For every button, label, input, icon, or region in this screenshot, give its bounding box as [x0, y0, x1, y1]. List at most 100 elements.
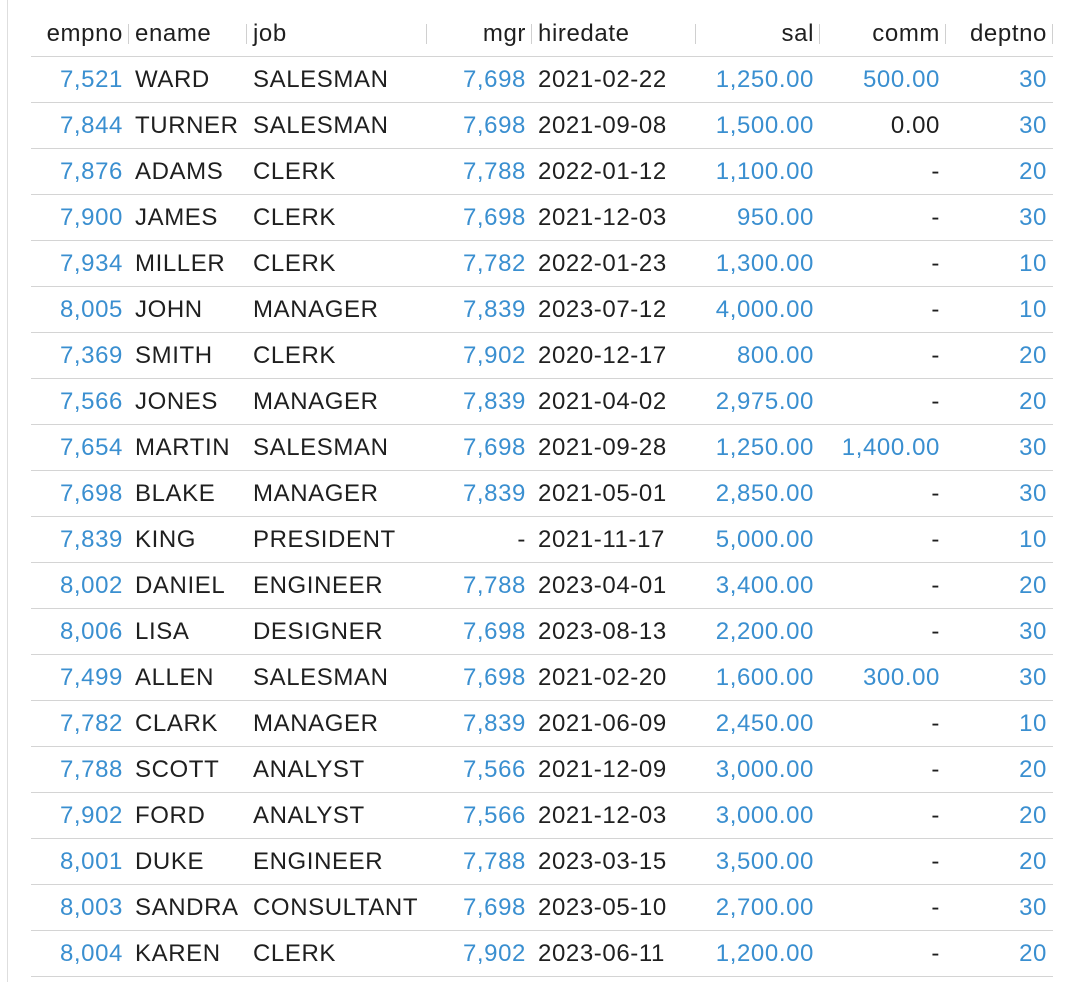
cell-deptno[interactable]: 30 — [946, 470, 1053, 517]
column-header-empno[interactable]: empno — [31, 12, 129, 57]
cell-empno[interactable]: 7,782 — [31, 700, 129, 747]
cell-mgr[interactable]: 7,839 — [427, 286, 532, 333]
cell-ename[interactable]: LISA — [129, 608, 247, 655]
cell-job[interactable]: ANALYST — [247, 792, 427, 839]
cell-comm[interactable]: 1,400.00 — [820, 424, 946, 471]
cell-ename[interactable]: JONES — [129, 378, 247, 425]
cell-comm[interactable]: - — [820, 838, 946, 885]
cell-deptno[interactable]: 10 — [946, 700, 1053, 747]
cell-ename[interactable]: JAMES — [129, 194, 247, 241]
cell-sal[interactable]: 2,700.00 — [696, 884, 820, 931]
cell-hiredate[interactable]: 2022-01-12 — [532, 148, 696, 195]
cell-ename[interactable]: KAREN — [129, 930, 247, 977]
cell-sal[interactable]: 950.00 — [696, 194, 820, 241]
cell-deptno[interactable]: 10 — [946, 240, 1053, 287]
cell-mgr[interactable]: 7,788 — [427, 838, 532, 885]
column-header-sal[interactable]: sal — [696, 12, 820, 57]
cell-empno[interactable]: 7,844 — [31, 102, 129, 149]
cell-job[interactable]: ENGINEER — [247, 838, 427, 885]
cell-sal[interactable]: 3,000.00 — [696, 792, 820, 839]
table-row[interactable]: 7,876 ADAMS CLERK 7,788 2022-01-12 1,100.00-2… — [31, 148, 1053, 195]
table-row[interactable]: 8,001 DUKE ENGINEER 7,788 2023-03-15 3,500.00… — [31, 838, 1053, 885]
cell-comm[interactable]: - — [820, 930, 946, 977]
cell-mgr[interactable]: 7,839 — [427, 700, 532, 747]
cell-mgr[interactable]: 7,788 — [427, 148, 532, 195]
cell-empno[interactable]: 7,521 — [31, 56, 129, 103]
cell-deptno[interactable]: 30 — [946, 884, 1053, 931]
column-header-deptno[interactable]: deptno — [946, 12, 1053, 57]
cell-deptno[interactable]: 30 — [946, 608, 1053, 655]
cell-hiredate[interactable]: 2021-06-09 — [532, 700, 696, 747]
cell-sal[interactable]: 2,450.00 — [696, 700, 820, 747]
cell-empno[interactable]: 7,369 — [31, 332, 129, 379]
cell-job[interactable]: MANAGER — [247, 470, 427, 517]
cell-ename[interactable]: ALLEN — [129, 654, 247, 701]
cell-deptno[interactable]: 30 — [946, 424, 1053, 471]
column-header-ename[interactable]: ename — [129, 12, 247, 57]
cell-deptno[interactable]: 20 — [946, 562, 1053, 609]
cell-mgr[interactable]: 7,782 — [427, 240, 532, 287]
cell-deptno[interactable]: 10 — [946, 286, 1053, 333]
cell-empno[interactable]: 7,654 — [31, 424, 129, 471]
cell-empno[interactable]: 7,900 — [31, 194, 129, 241]
cell-job[interactable]: ENGINEER — [247, 562, 427, 609]
cell-empno[interactable]: 7,902 — [31, 792, 129, 839]
cell-ename[interactable]: ADAMS — [129, 148, 247, 195]
table-row[interactable]: 7,788 SCOTT ANALYST 7,566 2021-12-09 3,000.00… — [31, 746, 1053, 793]
cell-job[interactable]: SALESMAN — [247, 424, 427, 471]
cell-mgr[interactable]: 7,698 — [427, 424, 532, 471]
cell-hiredate[interactable]: 2023-08-13 — [532, 608, 696, 655]
table-row[interactable]: 7,654 MARTIN SALESMAN 7,698 2021-09-28 1,250.… — [31, 424, 1053, 471]
table-row[interactable]: 7,844 TURNER SALESMAN 7,698 2021-09-08 1,500.… — [31, 102, 1053, 149]
cell-hiredate[interactable]: 2020-12-17 — [532, 332, 696, 379]
cell-sal[interactable]: 1,100.00 — [696, 148, 820, 195]
cell-comm[interactable]: - — [820, 240, 946, 287]
cell-sal[interactable]: 3,000.00 — [696, 746, 820, 793]
cell-mgr[interactable]: 7,698 — [427, 56, 532, 103]
cell-hiredate[interactable]: 2021-09-28 — [532, 424, 696, 471]
cell-job[interactable]: MANAGER — [247, 378, 427, 425]
cell-sal[interactable]: 2,200.00 — [696, 608, 820, 655]
cell-mgr[interactable]: - — [427, 516, 532, 563]
cell-comm[interactable]: - — [820, 884, 946, 931]
table-row[interactable]: 8,006 LISA DESIGNER 7,698 2023-08-13 2,200.00… — [31, 608, 1053, 655]
cell-sal[interactable]: 3,400.00 — [696, 562, 820, 609]
cell-mgr[interactable]: 7,698 — [427, 608, 532, 655]
cell-ename[interactable]: TURNER — [129, 102, 247, 149]
cell-ename[interactable]: DANIEL — [129, 562, 247, 609]
cell-empno[interactable]: 8,002 — [31, 562, 129, 609]
cell-comm[interactable]: - — [820, 332, 946, 379]
cell-job[interactable]: DESIGNER — [247, 608, 427, 655]
cell-deptno[interactable]: 20 — [946, 838, 1053, 885]
cell-ename[interactable]: MILLER — [129, 240, 247, 287]
column-header-hiredate[interactable]: hiredate — [532, 12, 696, 57]
cell-comm[interactable]: 0.00 — [820, 102, 946, 149]
cell-deptno[interactable]: 20 — [946, 746, 1053, 793]
cell-sal[interactable]: 1,500.00 — [696, 102, 820, 149]
cell-comm[interactable]: - — [820, 700, 946, 747]
cell-ename[interactable]: JOHN — [129, 286, 247, 333]
cell-mgr[interactable]: 7,839 — [427, 378, 532, 425]
cell-mgr[interactable]: 7,566 — [427, 792, 532, 839]
cell-deptno[interactable]: 10 — [946, 516, 1053, 563]
column-resize-handle[interactable] — [1052, 24, 1053, 44]
cell-comm[interactable]: 300.00 — [820, 654, 946, 701]
cell-empno[interactable]: 7,788 — [31, 746, 129, 793]
cell-sal[interactable]: 1,300.00 — [696, 240, 820, 287]
cell-comm[interactable]: - — [820, 746, 946, 793]
cell-deptno[interactable]: 30 — [946, 102, 1053, 149]
table-row[interactable]: 7,369 SMITH CLERK 7,902 2020-12-17 800.00-20 — [31, 332, 1053, 379]
cell-hiredate[interactable]: 2021-11-17 — [532, 516, 696, 563]
cell-hiredate[interactable]: 2023-03-15 — [532, 838, 696, 885]
table-row[interactable]: 7,934 MILLER CLERK 7,782 2022-01-23 1,300.00-… — [31, 240, 1053, 287]
cell-mgr[interactable]: 7,698 — [427, 654, 532, 701]
cell-hiredate[interactable]: 2023-07-12 — [532, 286, 696, 333]
cell-empno[interactable]: 7,499 — [31, 654, 129, 701]
cell-hiredate[interactable]: 2021-12-03 — [532, 792, 696, 839]
cell-comm[interactable]: - — [820, 194, 946, 241]
cell-sal[interactable]: 2,975.00 — [696, 378, 820, 425]
cell-comm[interactable]: - — [820, 608, 946, 655]
table-row[interactable]: 7,839 KING PRESIDENT -2021-11-17 5,000.00-10 — [31, 516, 1053, 563]
cell-mgr[interactable]: 7,566 — [427, 746, 532, 793]
cell-deptno[interactable]: 20 — [946, 378, 1053, 425]
